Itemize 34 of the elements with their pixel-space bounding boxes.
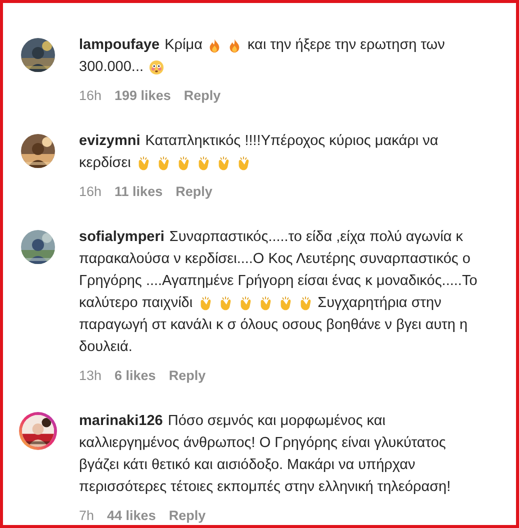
flushed-face-icon — [148, 60, 164, 74]
comment-text: Καταπληκτικός !!!!Υπέροχος κύριος μακάρι να — [145, 133, 438, 149]
username[interactable]: marinaki126 — [79, 413, 163, 429]
reply-link[interactable]: Reply — [168, 508, 206, 523]
comment-text: Συναρπαστικός.....το είδα ,είχα πολύ αγωνία κ — [169, 229, 464, 245]
username[interactable]: lampoufaye — [79, 37, 160, 53]
comment-text: 300.000... — [79, 59, 144, 75]
comment-text: δουλειά. — [79, 339, 132, 355]
reply-link[interactable]: Reply — [184, 88, 221, 103]
likes-count[interactable]: 6 likes — [114, 368, 156, 383]
likes-count[interactable]: 11 likes — [114, 184, 163, 199]
comment-text: Κρίμα — [164, 37, 202, 53]
comment-text: καλλιεργημένος άνθρωπος! Ο Γρηγόρης είναι γλυκύτατος — [79, 435, 446, 451]
comment-text: βγάζει κάτι θετικό και αισιόδοξο. Μακάρι να υπήρχαν — [79, 457, 416, 473]
comment-text: και την ήξερε την ερωτηση των — [247, 37, 445, 53]
likes-count[interactable]: 199 likes — [114, 88, 171, 103]
comment-text: παρακαλούσα ν κερδίσει....Ο Κος Λευτέρης συναρπαστικός ο — [79, 251, 470, 267]
comment-text: καλύτερο παιχνίδι — [79, 295, 193, 311]
likes-count[interactable]: 44 likes — [107, 508, 156, 523]
avatar[interactable] — [19, 412, 57, 450]
comment-text: Συγχαρητήρια στην — [318, 295, 442, 311]
comment-text: παραγωγή στ κανάλι κ σ όλους οσους βοηθάνε ν βγει αυτη η — [79, 317, 468, 333]
comment-text: κερδίσει — [79, 155, 131, 171]
username[interactable]: sofialymperi — [79, 229, 164, 245]
reply-link[interactable]: Reply — [168, 368, 206, 383]
comment-text: Πόσο σεμνός και μορφωμένος και — [168, 413, 386, 429]
comment-time: 16h — [79, 184, 102, 199]
comment-time: 16h — [79, 88, 102, 103]
reply-link[interactable]: Reply — [176, 184, 212, 199]
comment-text: Γρηγόρης ....Αγαπημένε Γρήγορη είσαι ένας κ μοναδικός.....Το — [79, 273, 478, 289]
username[interactable]: evizymni — [79, 133, 140, 149]
comment-time: 7h — [79, 508, 94, 523]
comment-text: περισσότερες τέτοιες εκπομπές στην ελληνική τηλεόραση! — [79, 479, 451, 495]
comment-time: 13h — [79, 368, 102, 383]
